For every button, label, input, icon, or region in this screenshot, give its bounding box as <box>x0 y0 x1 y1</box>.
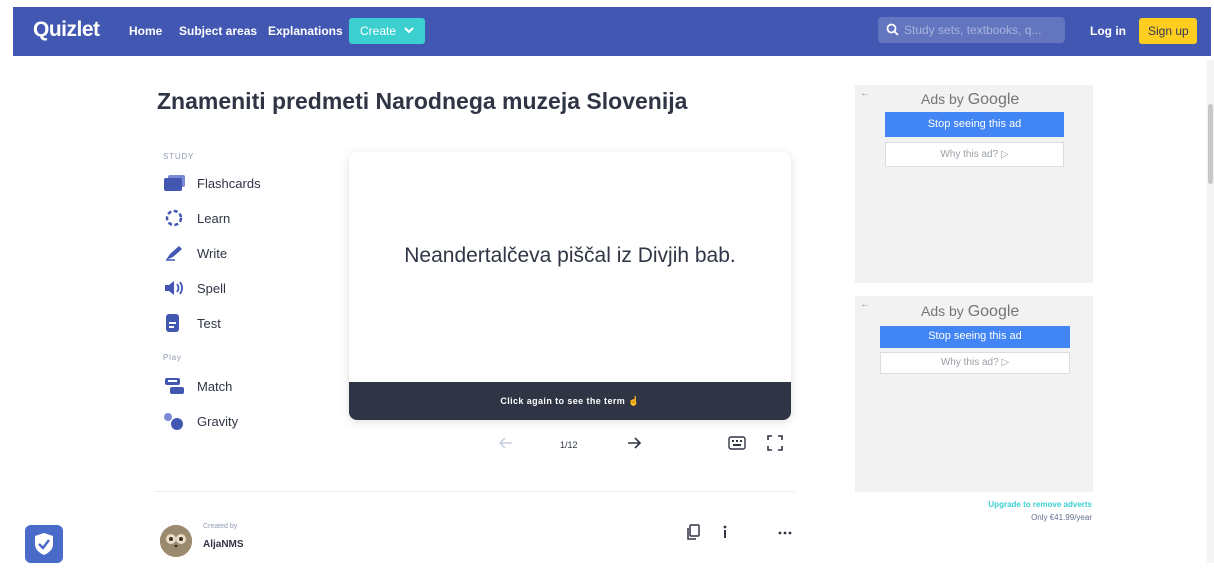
nav-home[interactable]: Home <box>129 24 162 38</box>
ad-label: Ads by Google <box>921 303 1020 320</box>
upgrade-price: Only €41.99/year <box>1031 513 1092 522</box>
keyboard-icon[interactable] <box>728 436 746 450</box>
info-icon[interactable] <box>716 523 734 541</box>
pointing-hand-icon: ☝ <box>628 396 640 406</box>
mode-label: Spell <box>197 281 226 296</box>
ad-panel-2: ← Ads by Google Stop seeing this ad Why … <box>855 296 1093 492</box>
page-title: Znameniti predmeti Narodnega muzeja Slov… <box>157 88 688 114</box>
play-section-label: Play <box>163 353 182 362</box>
mode-label: Gravity <box>197 414 239 429</box>
avatar[interactable] <box>160 525 192 557</box>
study-section-label: STUDY <box>163 152 195 161</box>
next-arrow-icon[interactable] <box>626 434 642 452</box>
match-icon <box>165 378 184 394</box>
stop-seeing-ad-button[interactable]: Stop seeing this ad <box>885 112 1064 137</box>
more-options-icon[interactable] <box>776 523 794 541</box>
flashcard-definition: Neandertalčeva piščal iz Divjih bab. <box>404 244 736 267</box>
mode-label: Match <box>197 379 233 394</box>
create-button[interactable]: Create <box>349 18 425 44</box>
why-this-ad-button[interactable]: Why this ad? ▷ <box>880 352 1070 374</box>
card-progress: 1/12 <box>560 440 578 450</box>
ad-label: Ads by Google <box>921 91 1020 108</box>
test-icon <box>166 314 179 332</box>
author-name[interactable]: AljaNMS <box>203 539 244 550</box>
shield-check-icon <box>35 533 53 555</box>
created-by-label: Created by <box>203 523 238 530</box>
login-button[interactable]: Log in <box>1090 24 1126 38</box>
mode-label: Test <box>197 316 221 331</box>
ad-back-arrow-icon[interactable]: ← <box>860 299 870 310</box>
pen-icon <box>166 246 182 261</box>
flashcard-hint-bar: Click again to see the term ☝ <box>349 382 791 420</box>
flashcards-icon <box>164 175 185 191</box>
speaker-icon <box>165 281 183 295</box>
top-nav-bar: Quizlet Home Subject areas Explanations … <box>13 7 1211 56</box>
previous-arrow-icon[interactable] <box>498 434 514 452</box>
scrollbar-thumb[interactable] <box>1208 104 1213 184</box>
mode-label: Flashcards <box>197 176 261 191</box>
privacy-shield-button[interactable] <box>25 525 63 563</box>
copy-icon[interactable] <box>684 523 702 541</box>
signup-button[interactable]: Sign up <box>1139 18 1197 44</box>
owl-avatar-image <box>160 525 192 557</box>
flashcard-hint: Click again to see the term <box>500 396 626 406</box>
gravity-icon <box>164 413 183 430</box>
fullscreen-icon[interactable] <box>767 435 783 451</box>
page-scrollbar[interactable] <box>1207 60 1214 563</box>
quizlet-logo[interactable]: Quizlet <box>33 18 100 42</box>
search-icon <box>886 23 899 36</box>
chevron-down-icon <box>404 27 414 34</box>
nav-subject-areas[interactable]: Subject areas <box>179 24 257 38</box>
learn-icon <box>165 209 183 227</box>
upgrade-link[interactable]: Upgrade to remove adverts <box>940 500 1092 509</box>
mode-label: Write <box>197 246 228 261</box>
ad-back-arrow-icon[interactable]: ← <box>860 88 870 99</box>
create-label: Create <box>360 24 397 38</box>
section-divider <box>155 491 795 492</box>
search-box[interactable] <box>878 17 1065 43</box>
mode-label: Learn <box>197 211 231 226</box>
search-input[interactable] <box>904 21 1056 39</box>
ad-panel-1: ← Ads by Google Stop seeing this ad Why … <box>855 85 1093 283</box>
why-this-ad-button[interactable]: Why this ad? ▷ <box>885 142 1064 167</box>
nav-explanations[interactable]: Explanations <box>268 24 343 38</box>
flashcard[interactable]: Neandertalčeva piščal iz Divjih bab. Cli… <box>349 152 791 420</box>
stop-seeing-ad-button[interactable]: Stop seeing this ad <box>880 326 1070 348</box>
